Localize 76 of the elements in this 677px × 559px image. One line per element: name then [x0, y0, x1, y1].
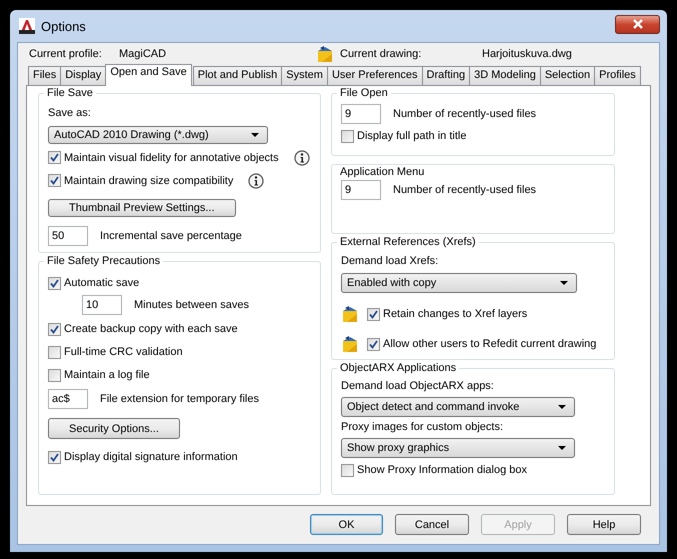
close-button[interactable]: [615, 14, 660, 34]
checkbox-label: Maintain visual fidelity for annotative objects: [64, 152, 279, 164]
group-title: ObjectARX Applications: [337, 361, 460, 376]
field-label: Demand load Xrefs:: [341, 254, 440, 269]
checkbox-label: Maintain drawing size compatibility: [64, 174, 234, 187]
dropdown-arrow-icon: [558, 446, 566, 450]
drawing-value: Harjoituskuva.dwg: [482, 48, 572, 60]
field-label: Proxy images for custom objects:: [341, 420, 504, 435]
dropdown[interactable]: Show proxy graphics: [341, 438, 575, 458]
number-field[interactable]: 50: [48, 226, 88, 246]
checkbox[interactable]: [48, 450, 61, 464]
close-icon: [632, 19, 644, 29]
checkbox[interactable]: [48, 346, 61, 358]
dropdown[interactable]: Object detect and command invoke: [341, 397, 575, 417]
group-title: External References (Xrefs): [337, 235, 479, 250]
checkbox[interactable]: [48, 174, 61, 188]
tab[interactable]: Open and Save: [105, 64, 192, 86]
window-title: Options: [41, 18, 86, 34]
info-icon: [248, 172, 264, 189]
checkbox-label: Display digital signature information: [64, 451, 238, 463]
settings-button[interactable]: Thumbnail Preview Settings...: [48, 198, 236, 217]
checkbox[interactable]: [341, 464, 354, 476]
profile-value: MagiCAD: [119, 48, 168, 60]
field-label: Save as:: [48, 106, 92, 121]
tab[interactable]: 3D Modeling: [469, 66, 541, 85]
app-logo-icon: [19, 18, 35, 34]
field-label: Number of recently-used files: [393, 108, 536, 120]
checkbox-label: Automatic save: [64, 277, 140, 289]
checkbox[interactable]: [367, 308, 380, 320]
number-field[interactable]: ac$: [48, 389, 88, 409]
field-label: Number of recently-used files: [393, 184, 536, 196]
field-label: Minutes between saves: [134, 299, 249, 311]
tab[interactable]: System: [281, 66, 328, 85]
checkbox-label: Show Proxy Information dialog box: [357, 464, 527, 476]
info-icon: [294, 150, 310, 166]
tab[interactable]: Display: [60, 66, 106, 85]
group-title: File Safety Precautions: [44, 254, 164, 269]
settings-button[interactable]: Security Options...: [48, 418, 180, 439]
drawing-label: Current drawing:: [340, 48, 422, 60]
field-label: Incremental save percentage: [100, 230, 242, 242]
checkbox[interactable]: [48, 368, 61, 382]
checkbox-label: Allow other users to Refedit current drawing: [383, 338, 596, 350]
number-field[interactable]: 9: [341, 104, 381, 124]
field-label: Demand load ObjectARX apps:: [341, 379, 495, 394]
dropdown[interactable]: Enabled with copy: [341, 273, 577, 293]
tab[interactable]: Files: [28, 66, 62, 85]
checkbox[interactable]: [48, 151, 61, 164]
dialog-button[interactable]: Help: [567, 514, 641, 535]
tab[interactable]: Selection: [540, 66, 596, 85]
drawing-file-icon: [316, 44, 334, 62]
tab[interactable]: Drafting: [422, 66, 470, 85]
field-label: File extension for temporary files: [100, 393, 259, 405]
dialog-button[interactable]: Cancel: [395, 514, 469, 535]
tab[interactable]: Plot and Publish: [192, 66, 282, 85]
group-title: File Open: [337, 86, 391, 101]
checkbox[interactable]: [341, 130, 354, 142]
number-field[interactable]: 9: [341, 180, 381, 200]
checkbox[interactable]: [48, 276, 61, 290]
profile-label: Current profile:: [29, 48, 103, 60]
tab[interactable]: Profiles: [594, 66, 641, 85]
checkbox-label: Full-time CRC validation: [64, 346, 183, 358]
dropdown-arrow-icon: [251, 132, 259, 137]
dropdown[interactable]: AutoCAD 2010 Drawing (*.dwg): [48, 126, 268, 144]
dropdown-arrow-icon: [560, 281, 568, 285]
checkbox[interactable]: [48, 322, 61, 336]
checkbox-label: Maintain a log file: [64, 369, 150, 381]
dialog-button[interactable]: OK: [310, 514, 383, 535]
xref-file-icon: [341, 335, 359, 353]
checkbox-label: Display full path in title: [357, 130, 466, 142]
checkbox-label: Create backup copy with each save: [64, 323, 238, 335]
xref-file-icon: [341, 305, 359, 323]
number-field[interactable]: 10: [82, 295, 122, 315]
checkbox-label: Retain changes to Xref layers: [383, 308, 528, 320]
tab[interactable]: User Preferences: [326, 66, 423, 85]
dropdown-arrow-icon: [558, 405, 566, 409]
checkbox[interactable]: [367, 338, 380, 350]
